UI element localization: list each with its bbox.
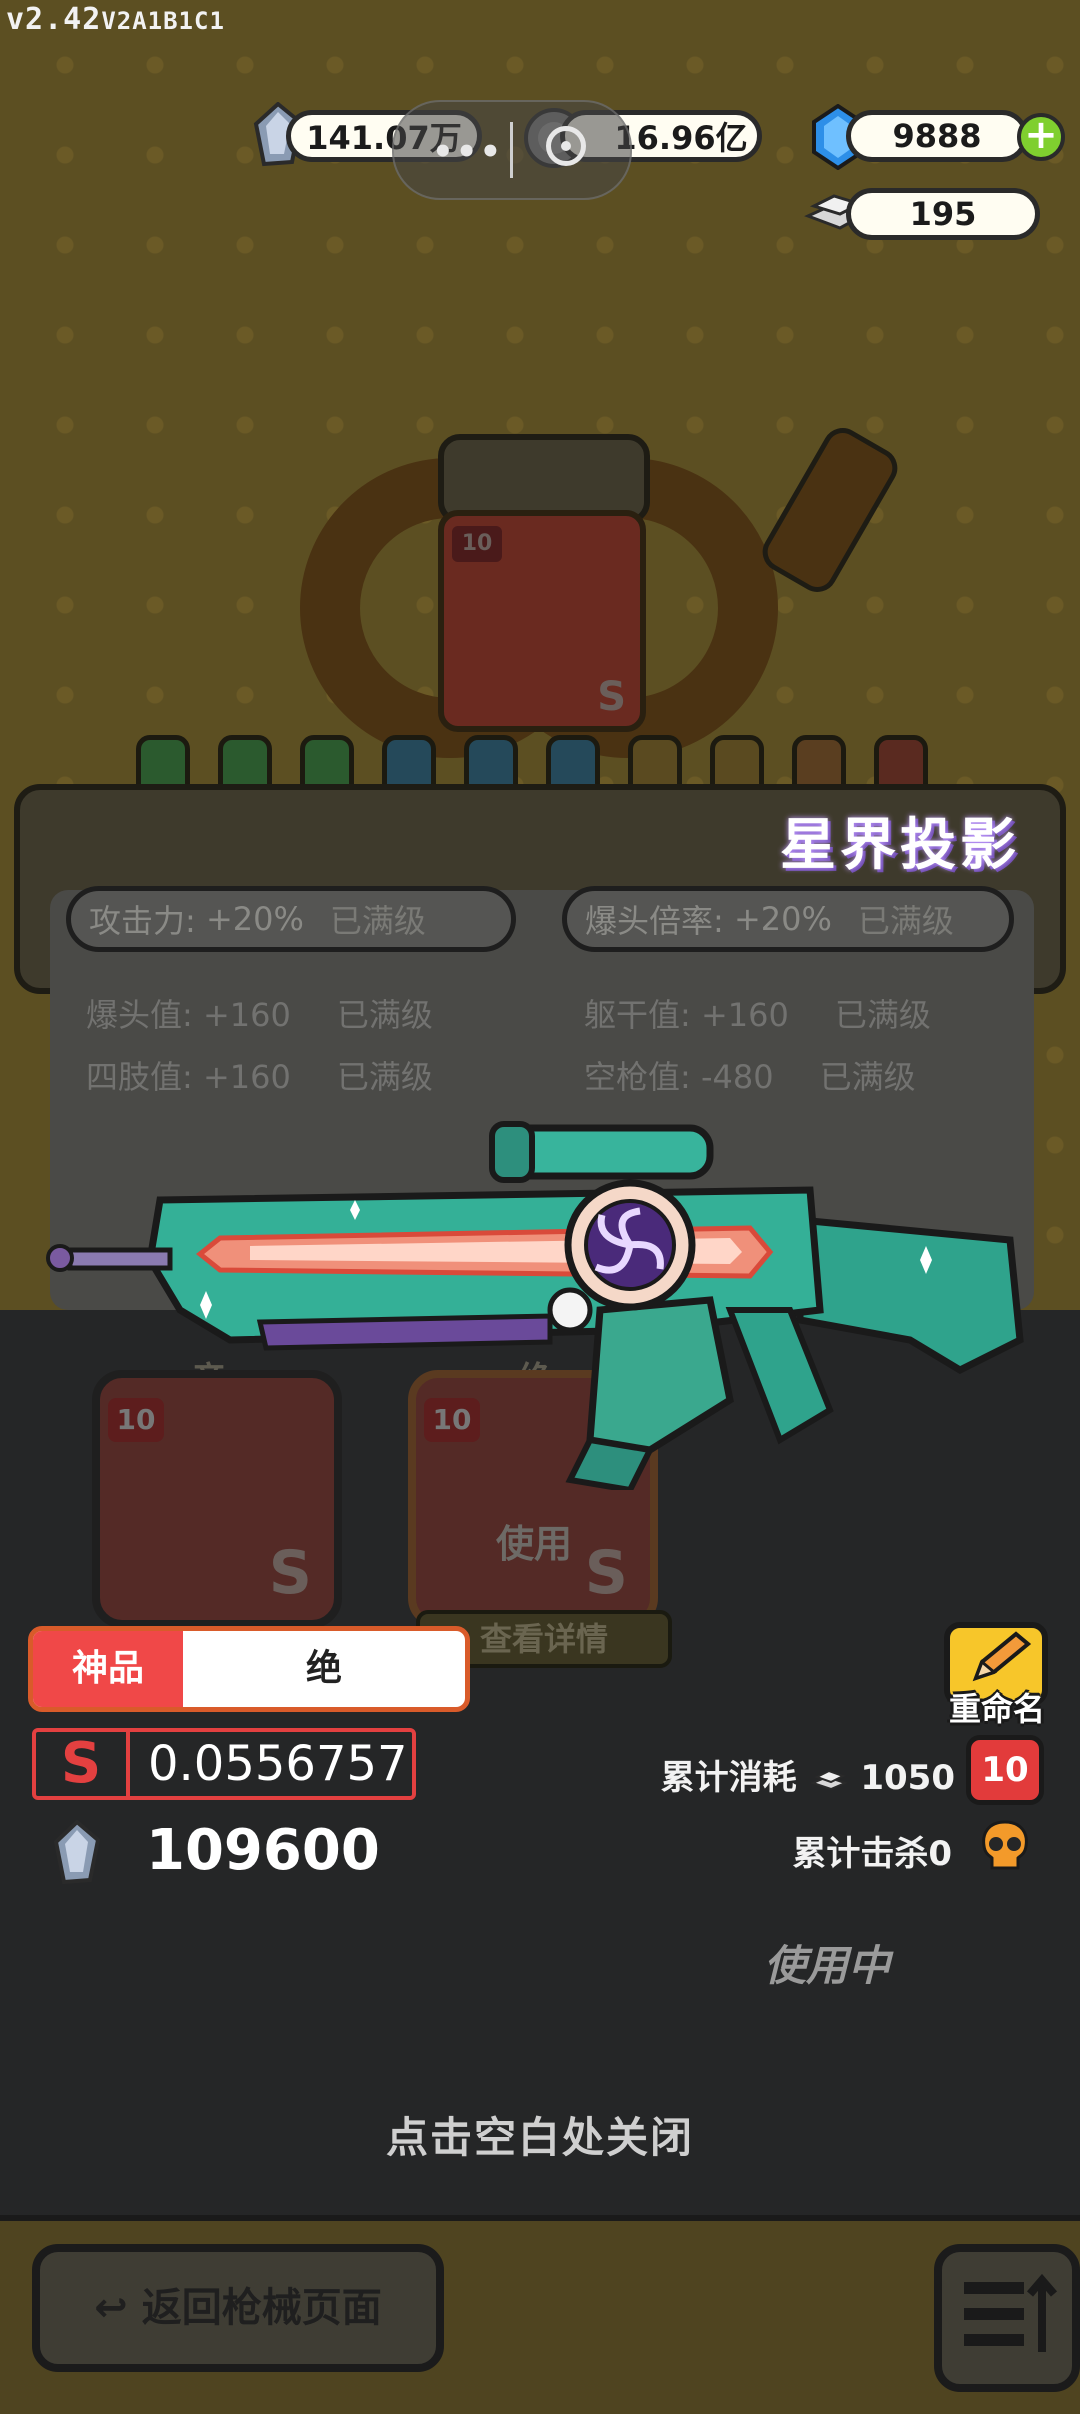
silver-balance: 195 (846, 188, 1040, 240)
crystal-price: 109600 (146, 1818, 380, 1883)
add-diamond-button[interactable]: + (1017, 113, 1065, 161)
skull-icon (982, 1820, 1028, 1870)
tap-to-close-hint[interactable]: 点击空白处关闭 (0, 2104, 1080, 2165)
quality-bar: 神品 绝 (28, 1626, 470, 1712)
close-target-icon[interactable] (546, 126, 586, 166)
level-badge: 10 (966, 1735, 1044, 1805)
back-to-guns-button[interactable]: ↩ 返回枪械页面 (32, 2244, 444, 2372)
torso-value-stat: 躯干值: +160 已满级 (584, 996, 931, 1034)
more-dots-icon[interactable]: ••• (432, 132, 503, 172)
machine-gun-slot: 10 S (438, 510, 646, 732)
limb-value-stat: 四肢值: +160 已满级 (86, 1058, 433, 1096)
silver-bar-small-icon (809, 1769, 848, 1790)
capsule-divider (510, 122, 513, 178)
game-screen[interactable]: v2.42V2A1B1C1 141.07万 16.96亿 ••• 9888 + … (0, 0, 1080, 2414)
astral-projection-gun-image (46, 1121, 1024, 1490)
pencil-icon (972, 1631, 1032, 1682)
diamond-balance: 9888 (846, 110, 1028, 162)
empty-shot-value-stat: 空枪值: -480 已满级 (584, 1058, 916, 1096)
system-capsule[interactable]: ••• (392, 100, 632, 200)
total-consumption: 累计消耗 1050 (660, 1758, 955, 1798)
return-arrow-icon: ↩ (94, 2285, 128, 2331)
total-kills: 累计击杀0 (792, 1834, 952, 1874)
quality-tag: 神品 (33, 1631, 183, 1707)
drop-rate-value: 0.0556757 (148, 1736, 408, 1792)
quality-value: 绝 (305, 1648, 342, 1689)
headshot-rate-stat: 爆头倍率: +20% 已满级 (562, 886, 1014, 952)
attack-stat: 攻击力: +20% 已满级 (66, 886, 516, 952)
sort-list-icon (964, 2273, 1058, 2352)
rank-s-badge: S (36, 1732, 130, 1796)
headshot-value-stat: 爆头值: +160 已满级 (86, 996, 433, 1034)
version-label: v2.42V2A1B1C1 (6, 2, 225, 37)
in-use-label: 使用中 (764, 1941, 891, 1990)
crystal-price-icon (53, 1820, 101, 1885)
rename-button[interactable]: 重命名 (942, 1622, 1052, 1728)
rank-rate-row: S 0.0556757 (32, 1728, 416, 1800)
gun-name: 星界投影 (780, 813, 1020, 878)
sort-list-button[interactable] (934, 2244, 1080, 2392)
